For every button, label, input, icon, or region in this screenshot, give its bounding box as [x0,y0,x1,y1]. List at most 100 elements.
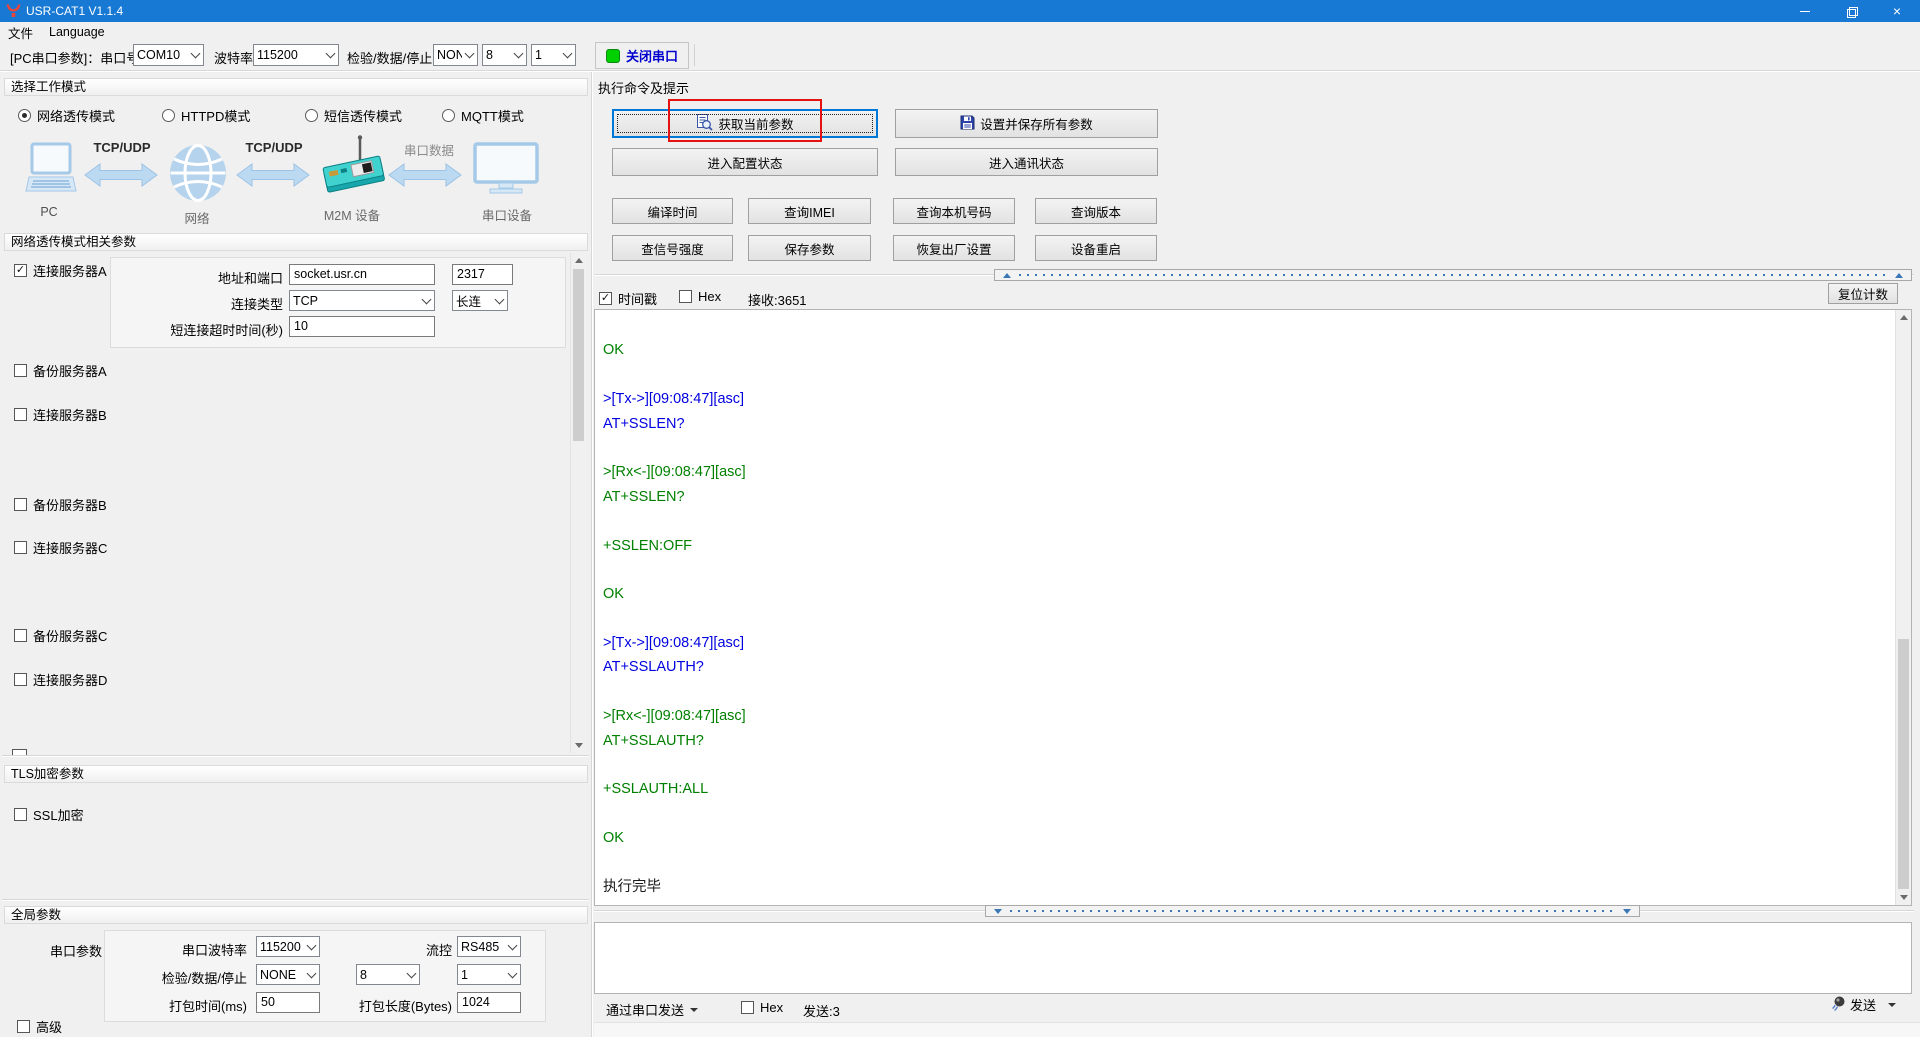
toolbar-separator [694,44,695,66]
node-network-label: 网络 [166,208,228,227]
g-baud-label: 串口波特率 [110,940,247,959]
server-checkbox-row[interactable]: 连接服务器D [14,670,107,689]
baud-select[interactable]: 115200 [253,44,339,66]
server-checkbox[interactable] [14,364,27,377]
g-databits-select[interactable]: 8 [356,964,420,985]
log-line: >[Rx<-][09:08:47][asc] [603,704,1891,728]
work-mode-option[interactable]: HTTPD模式 [162,106,250,125]
log-hex-checkbox-row[interactable]: Hex [679,289,721,304]
stopbits-select[interactable]: 1 [531,44,576,66]
query-number-button[interactable]: 查询本机号码 [893,198,1015,224]
advanced-checkbox-row[interactable]: 高级 [17,1017,62,1036]
port-input[interactable]: 2317 [452,264,513,285]
log-line [603,680,1891,704]
server-checkbox-row[interactable]: 连接服务器C [14,538,107,557]
restore-button[interactable] [1828,0,1874,22]
set-save-all-button[interactable]: 设置并保存所有参数 [895,109,1158,138]
work-mode-option[interactable]: MQTT模式 [442,106,524,125]
log-splitter-handle[interactable] [994,269,1912,281]
ssl-checkbox[interactable] [14,808,27,821]
factory-reset-button[interactable]: 恢复出厂设置 [893,235,1015,261]
compile-time-button[interactable]: 编译时间 [612,198,733,224]
query-signal-button[interactable]: 查信号强度 [612,235,733,261]
save-params-button[interactable]: 保存参数 [748,235,871,261]
pc-serial-label: [PC串口参数]：串口号 [10,48,139,67]
log-scrollbar[interactable] [1895,310,1911,905]
server-checkbox[interactable] [14,498,27,511]
app-window: USR-CAT1 V1.1.4 × 文件 Language [PC串口参数]：串… [0,0,1920,1037]
radio-icon[interactable] [162,109,175,122]
server-checkbox-row[interactable]: 备份服务器A [14,361,107,380]
scroll-up-icon[interactable] [1896,310,1911,325]
minimize-button[interactable] [1782,0,1828,22]
log-output[interactable]: OK>[Tx->][09:08:47][asc]AT+SSLEN?>[Rx<-]… [594,309,1912,906]
timestamp-checkbox[interactable]: ✓ [599,292,612,305]
close-button[interactable]: × [1874,0,1920,22]
work-mode-option[interactable]: 短信透传模式 [305,106,402,125]
reset-count-button[interactable]: 复位计数 [1828,283,1898,304]
persist-select[interactable]: 长连 [452,290,508,311]
recv-count: 接收:3651 [748,290,807,309]
address-input[interactable]: socket.usr.cn [289,264,435,285]
g-parity-select[interactable]: NONE [256,964,320,985]
timestamp-checkbox-row[interactable]: ✓ 时间戳 [599,289,657,308]
server-checkbox-row[interactable]: 备份服务器B [14,495,107,514]
radio-icon[interactable] [442,109,455,122]
dropdown-caret-icon [1888,1003,1896,1007]
parity-select[interactable]: NONE [433,44,478,66]
enter-config-button[interactable]: 进入配置状态 [612,148,878,176]
flow-select[interactable]: RS485 [457,936,521,957]
m2m-device-icon [318,134,386,207]
send-input-area[interactable] [594,922,1912,994]
server-checkbox-row[interactable]: 连接服务器B [14,405,107,424]
scroll-down-icon[interactable] [571,738,586,753]
server-a-checkbox-row[interactable]: ✓ 连接服务器A [14,261,107,280]
send-hex-checkbox[interactable] [741,1001,754,1014]
send-via-serial-button[interactable]: 通过串口发送 [606,1000,698,1019]
menu-file[interactable]: 文件 [0,21,41,44]
pack-time-input[interactable]: 50 [256,992,320,1013]
reboot-button[interactable]: 设备重启 [1035,235,1157,261]
ssl-checkbox-row[interactable]: SSL加密 [14,805,84,824]
server-a-checkbox[interactable]: ✓ [14,264,27,277]
databits-select[interactable]: 8 [482,44,527,66]
link-arrow-icon [236,163,310,192]
send-button[interactable]: 发送 [1830,995,1896,1014]
server-list-scrollbar[interactable] [570,253,586,753]
pack-len-input[interactable]: 1024 [457,992,521,1013]
advanced-checkbox[interactable] [17,1020,30,1033]
log-line [603,802,1891,826]
g-stopbits-select[interactable]: 1 [457,964,521,985]
log-hex-checkbox[interactable] [679,290,692,303]
server-checkbox[interactable] [14,673,27,686]
g-parity-label: 检验/数据/停止 [110,968,247,987]
com-port-select[interactable]: COM10 [133,44,204,66]
send-splitter-handle[interactable] [985,905,1640,917]
radio-icon[interactable] [305,109,318,122]
server-checkbox[interactable] [14,541,27,554]
log-line [603,851,1891,875]
log-lines: OK>[Tx->][09:08:47][asc]AT+SSLEN?>[Rx<-]… [603,314,1891,899]
send-hex-checkbox-row[interactable]: Hex [741,1000,783,1015]
enter-comm-button[interactable]: 进入通讯状态 [895,148,1158,176]
global-params-header: 全局参数 [4,906,588,924]
query-version-button[interactable]: 查询版本 [1035,198,1157,224]
scroll-down-icon[interactable] [1896,890,1911,905]
close-serial-button[interactable]: 关闭串口 [595,42,689,69]
conn-type-select[interactable]: TCP [289,290,435,311]
work-mode-option[interactable]: 网络透传模式 [18,106,115,125]
timeout-input[interactable]: 10 [289,316,435,337]
query-imei-button[interactable]: 查询IMEI [748,198,871,224]
log-line: AT+SSLEN? [603,412,1891,436]
g-baud-select[interactable]: 115200 [256,936,320,957]
server-checkbox[interactable] [14,629,27,642]
scroll-up-icon[interactable] [571,253,586,268]
net-params-header: 网络透传模式相关参数 [4,233,588,251]
scrollbar-thumb[interactable] [1898,639,1909,889]
radio-icon[interactable] [18,109,31,122]
server-checkbox-row[interactable]: 备份服务器C [14,626,107,645]
log-line: 执行完毕 [603,875,1891,899]
server-checkbox[interactable] [14,408,27,421]
scrollbar-thumb[interactable] [573,269,584,441]
menu-language[interactable]: Language [41,23,113,41]
